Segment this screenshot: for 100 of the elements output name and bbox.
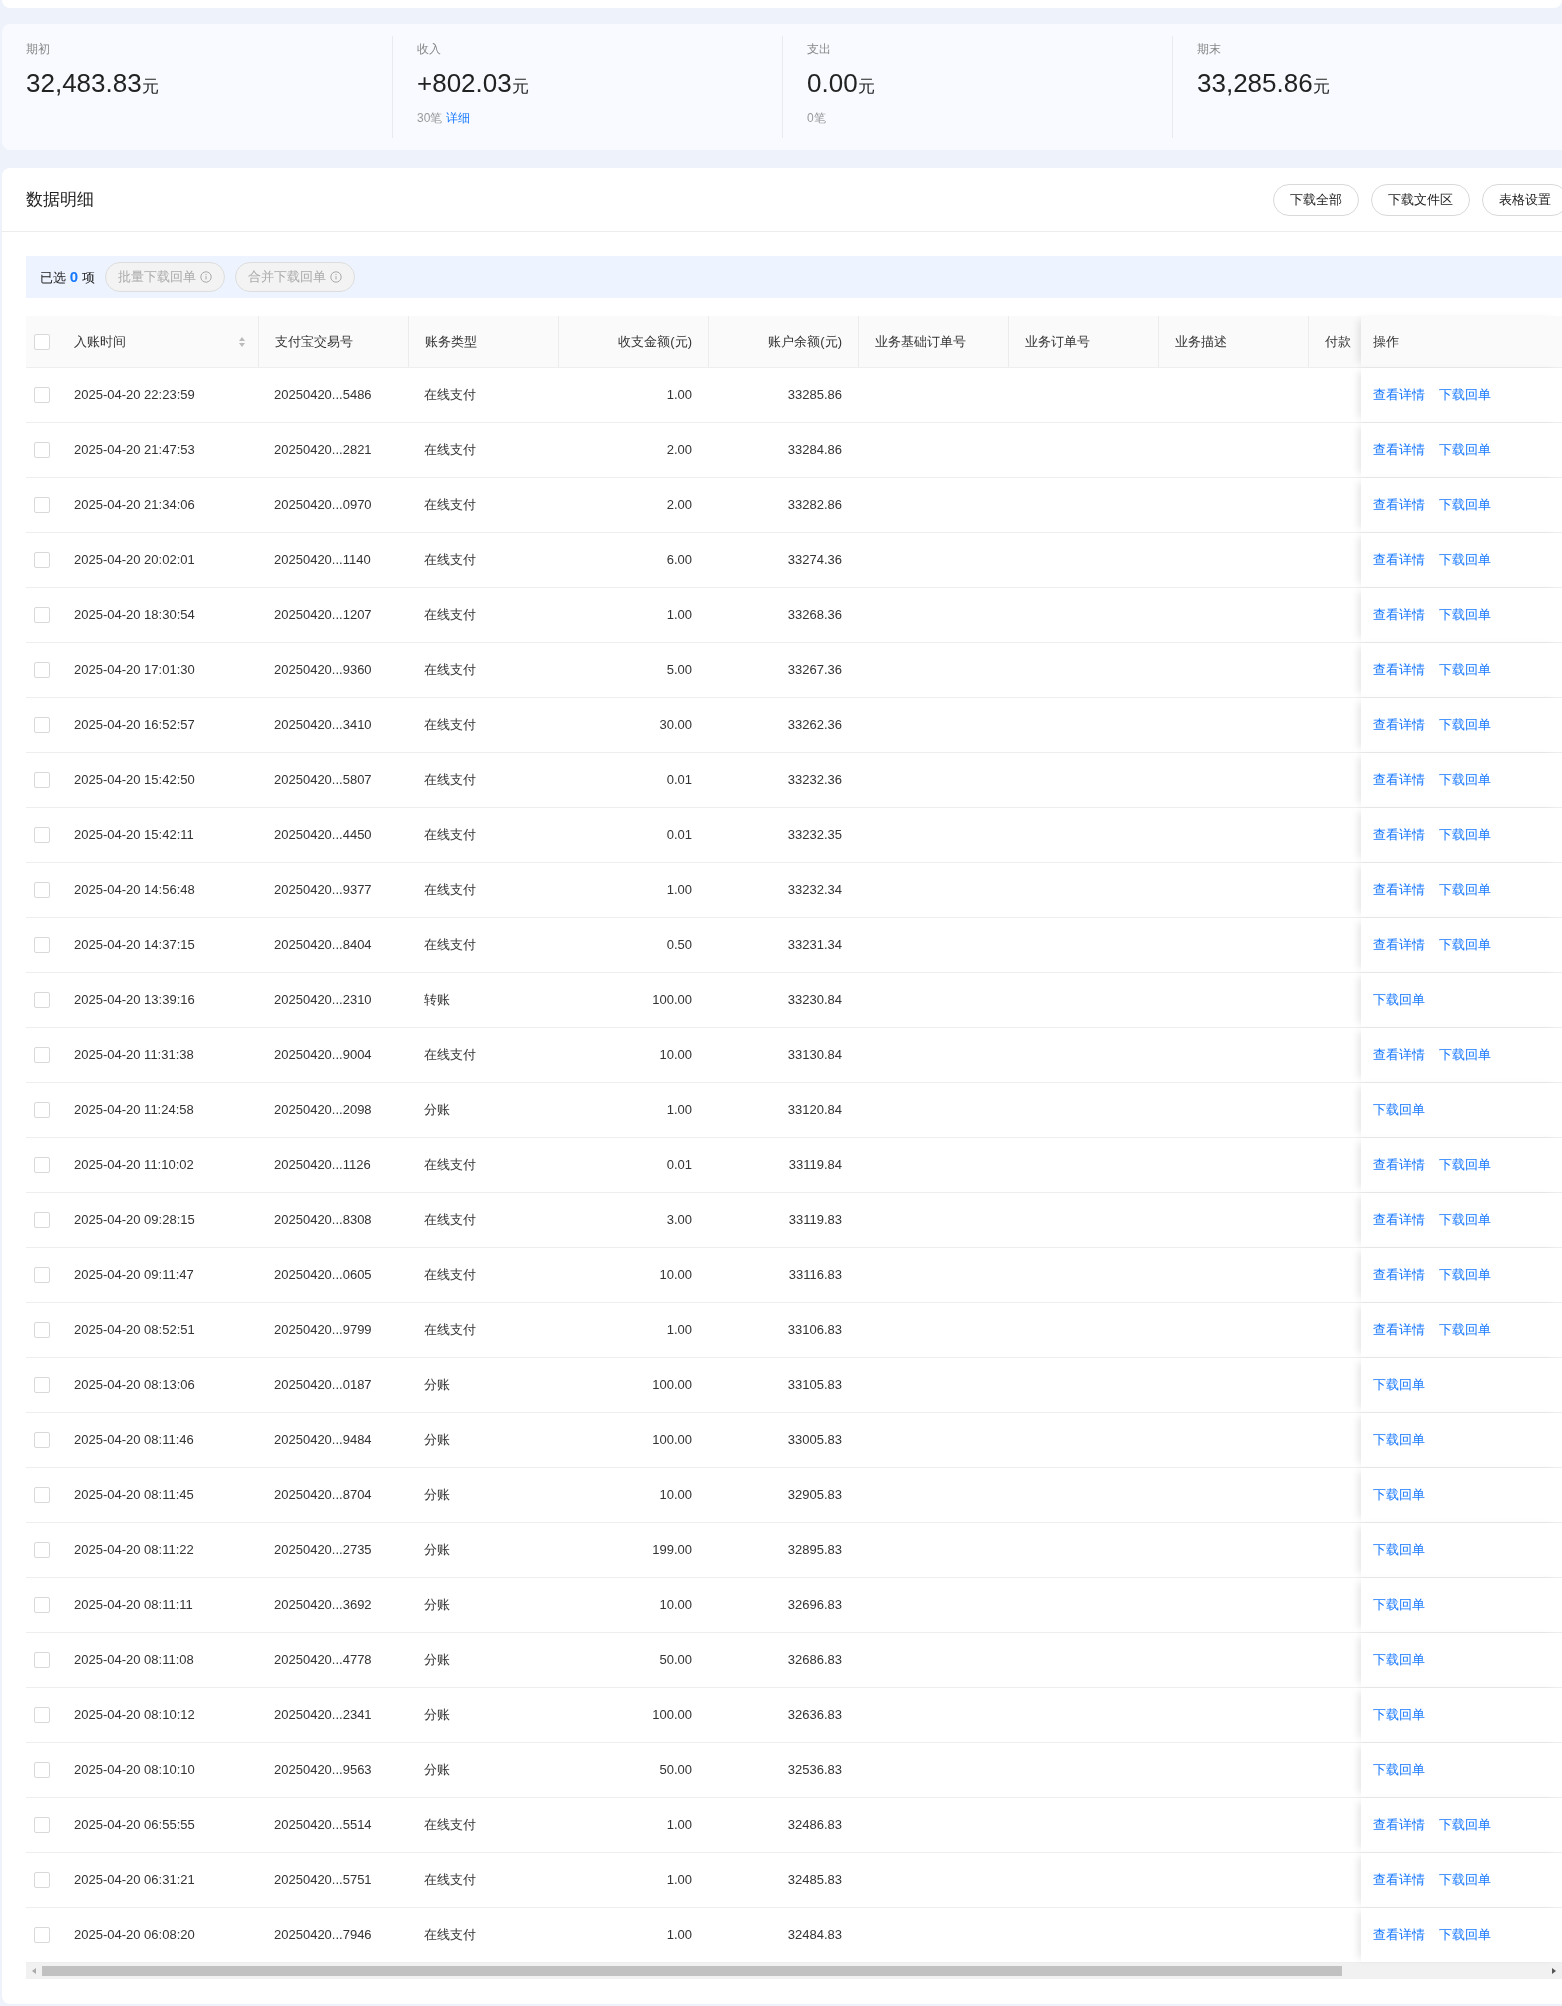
checkbox[interactable] — [34, 1267, 50, 1283]
row-action-link[interactable]: 下载回单 — [1439, 385, 1491, 405]
row-action-link[interactable]: 查看详情 — [1373, 715, 1425, 735]
row-action-link[interactable]: 查看详情 — [1373, 770, 1425, 790]
row-action-link[interactable]: 查看详情 — [1373, 385, 1425, 405]
column-header[interactable]: 支付宝交易号 — [258, 316, 408, 367]
row-action-link[interactable]: 查看详情 — [1373, 1870, 1425, 1890]
row-action-link[interactable]: 下载回单 — [1439, 1045, 1491, 1065]
table-cell-text: 1.00 — [666, 606, 692, 625]
row-action-link[interactable]: 下载回单 — [1439, 550, 1491, 570]
row-action-link[interactable]: 下载回单 — [1439, 715, 1491, 735]
row-action-link[interactable]: 下载回单 — [1439, 880, 1491, 900]
row-action-link[interactable]: 下载回单 — [1373, 1430, 1425, 1450]
row-action-link[interactable]: 查看详情 — [1373, 880, 1425, 900]
checkbox[interactable] — [34, 607, 50, 623]
column-header[interactable]: 账户余额(元) — [708, 316, 858, 367]
checkbox[interactable] — [34, 1652, 50, 1668]
checkbox[interactable] — [34, 1597, 50, 1613]
table-cell-text: 在线支付 — [424, 936, 476, 955]
row-action-link[interactable]: 下载回单 — [1373, 1595, 1425, 1615]
checkbox[interactable] — [34, 1762, 50, 1778]
row-action-link[interactable]: 下载回单 — [1439, 1265, 1491, 1285]
checkbox[interactable] — [34, 937, 50, 953]
row-action-link[interactable]: 下载回单 — [1439, 1320, 1491, 1340]
row-action-link[interactable]: 下载回单 — [1373, 1100, 1425, 1120]
row-action-link[interactable]: 下载回单 — [1373, 1705, 1425, 1725]
checkbox[interactable] — [34, 1927, 50, 1943]
checkbox[interactable] — [34, 1377, 50, 1393]
row-action-link[interactable]: 下载回单 — [1439, 660, 1491, 680]
row-action-link[interactable]: 查看详情 — [1373, 1155, 1425, 1175]
checkbox[interactable] — [34, 1212, 50, 1228]
checkbox[interactable] — [34, 827, 50, 843]
sort-icon[interactable] — [238, 335, 246, 348]
checkbox[interactable] — [34, 552, 50, 568]
row-action-link[interactable]: 下载回单 — [1439, 1210, 1491, 1230]
checkbox[interactable] — [34, 333, 50, 350]
checkbox[interactable] — [34, 717, 50, 733]
row-action-link[interactable]: 查看详情 — [1373, 495, 1425, 515]
row-action-link[interactable]: 下载回单 — [1373, 1760, 1425, 1780]
row-action-link[interactable]: 下载回单 — [1373, 990, 1425, 1010]
column-header[interactable]: 账务类型 — [408, 316, 558, 367]
checkbox[interactable] — [34, 1157, 50, 1173]
checkbox[interactable] — [34, 772, 50, 788]
row-action-link[interactable]: 查看详情 — [1373, 935, 1425, 955]
checkbox[interactable] — [34, 1322, 50, 1338]
row-action-link[interactable]: 查看详情 — [1373, 605, 1425, 625]
checkbox[interactable] — [34, 662, 50, 678]
row-action-link[interactable]: 查看详情 — [1373, 440, 1425, 460]
checkbox[interactable] — [34, 1817, 50, 1833]
checkbox[interactable] — [34, 1707, 50, 1723]
column-header[interactable]: 入账时间 — [74, 316, 258, 367]
checkbox[interactable] — [34, 1542, 50, 1558]
checkbox[interactable] — [34, 497, 50, 513]
checkbox[interactable] — [34, 882, 50, 898]
toolbar-button[interactable]: 下载文件区 — [1371, 183, 1470, 216]
row-action-link[interactable]: 下载回单 — [1373, 1485, 1425, 1505]
table-cell-text: 在线支付 — [424, 386, 476, 405]
detail-link[interactable]: 详细 — [446, 109, 471, 127]
column-header[interactable]: 业务基础订单号 — [858, 316, 1008, 367]
checkbox[interactable] — [34, 1872, 50, 1888]
row-action-link[interactable]: 下载回单 — [1373, 1650, 1425, 1670]
row-action-link[interactable]: 查看详情 — [1373, 1320, 1425, 1340]
checkbox[interactable] — [34, 1102, 50, 1118]
row-action-link[interactable]: 查看详情 — [1373, 550, 1425, 570]
row-action-link[interactable]: 下载回单 — [1373, 1540, 1425, 1560]
row-action-link[interactable]: 下载回单 — [1439, 495, 1491, 515]
row-action-link[interactable]: 查看详情 — [1373, 1045, 1425, 1065]
row-action-link[interactable]: 查看详情 — [1373, 1210, 1425, 1230]
table-cell-text: 2025-04-20 08:11:08 — [74, 1651, 194, 1670]
row-action-link[interactable]: 下载回单 — [1439, 770, 1491, 790]
row-action-link[interactable]: 下载回单 — [1439, 1155, 1491, 1175]
row-action-link[interactable]: 下载回单 — [1439, 935, 1491, 955]
row-action-link[interactable]: 下载回单 — [1439, 1925, 1491, 1945]
checkbox[interactable] — [34, 442, 50, 458]
toolbar-button[interactable]: 表格设置 — [1482, 183, 1562, 216]
checkbox[interactable] — [34, 992, 50, 1008]
checkbox[interactable] — [34, 1487, 50, 1503]
row-action-link[interactable]: 查看详情 — [1373, 1815, 1425, 1835]
horizontal-scrollbar[interactable] — [26, 1963, 1562, 1979]
column-header[interactable]: 业务描述 — [1158, 316, 1308, 367]
checkbox[interactable] — [34, 387, 50, 403]
row-action-link[interactable]: 下载回单 — [1439, 605, 1491, 625]
table-cell-text: 分账 — [424, 1761, 450, 1780]
toolbar-button[interactable]: 下载全部 — [1273, 183, 1359, 216]
table-cell-text: 10.00 — [659, 1486, 692, 1505]
row-action-link[interactable]: 下载回单 — [1439, 1870, 1491, 1890]
column-header[interactable]: 业务订单号 — [1008, 316, 1158, 367]
table-cell-text: 33262.36 — [787, 716, 842, 735]
checkbox[interactable] — [34, 1432, 50, 1448]
table-cell-text: 10.00 — [659, 1266, 692, 1285]
row-action-link[interactable]: 下载回单 — [1439, 1815, 1491, 1835]
row-action-link[interactable]: 下载回单 — [1373, 1375, 1425, 1395]
checkbox[interactable] — [34, 1047, 50, 1063]
row-action-link[interactable]: 下载回单 — [1439, 440, 1491, 460]
row-action-link[interactable]: 查看详情 — [1373, 825, 1425, 845]
row-action-link[interactable]: 下载回单 — [1439, 825, 1491, 845]
column-header[interactable]: 收支金额(元) — [558, 316, 708, 367]
row-action-link[interactable]: 查看详情 — [1373, 1265, 1425, 1285]
row-action-link[interactable]: 查看详情 — [1373, 660, 1425, 680]
row-action-link[interactable]: 查看详情 — [1373, 1925, 1425, 1945]
